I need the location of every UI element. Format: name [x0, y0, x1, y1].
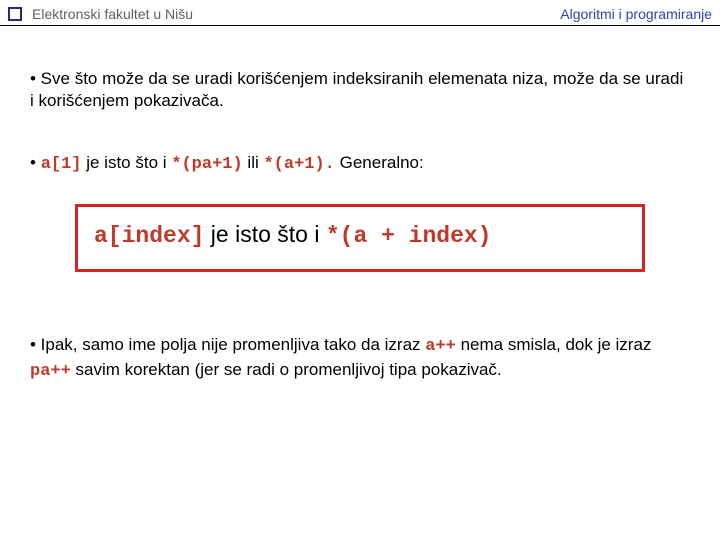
highlight-box: a[index] je isto što i *(a + index) — [75, 204, 645, 272]
box-text-1: je isto što i — [204, 221, 325, 247]
paragraph-3: • Ipak, samo ime polja nije promenljiva … — [30, 334, 690, 384]
p2-lead: • — [30, 153, 41, 172]
p2-code-1: a[1] — [41, 155, 82, 174]
p3-code-2: pa++ — [30, 362, 71, 381]
box-code-1: a[index] — [94, 223, 204, 249]
slide: Elektronski fakultet u Nišu Algoritmi i … — [0, 0, 720, 540]
header-left-text: Elektronski fakultet u Nišu — [32, 6, 560, 22]
p2-text-1: je isto što i — [82, 153, 172, 172]
p3-text-2: nema smisla, dok je izraz — [456, 335, 652, 354]
p2-code-3: *(a+1). — [263, 155, 334, 174]
header-right-text: Algoritmi i programiranje — [560, 6, 712, 22]
content-area: • Sve što može da se uradi korišćenjem i… — [0, 68, 720, 384]
box-code-2: *(a + index) — [326, 223, 492, 249]
p2-code-2: *(pa+1) — [171, 155, 242, 174]
p3-text-1: • Ipak, samo ime polja nije promenljiva … — [30, 335, 425, 354]
paragraph-2: • a[1] je isto što i *(pa+1) ili *(a+1).… — [30, 152, 690, 177]
paragraph-1: • Sve što može da se uradi korišćenjem i… — [30, 68, 690, 112]
highlight-line: a[index] je isto što i *(a + index) — [94, 221, 626, 249]
header-bar: Elektronski fakultet u Nišu Algoritmi i … — [0, 0, 720, 26]
logo-icon — [8, 7, 22, 21]
p3-code-1: a++ — [425, 337, 456, 356]
p2-text-2: ili — [243, 153, 264, 172]
paragraph-1-text: • Sve što može da se uradi korišćenjem i… — [30, 69, 683, 110]
p2-text-3: Generalno: — [335, 153, 424, 172]
p3-text-3: savim korektan (jer se radi o promenljiv… — [71, 360, 502, 379]
